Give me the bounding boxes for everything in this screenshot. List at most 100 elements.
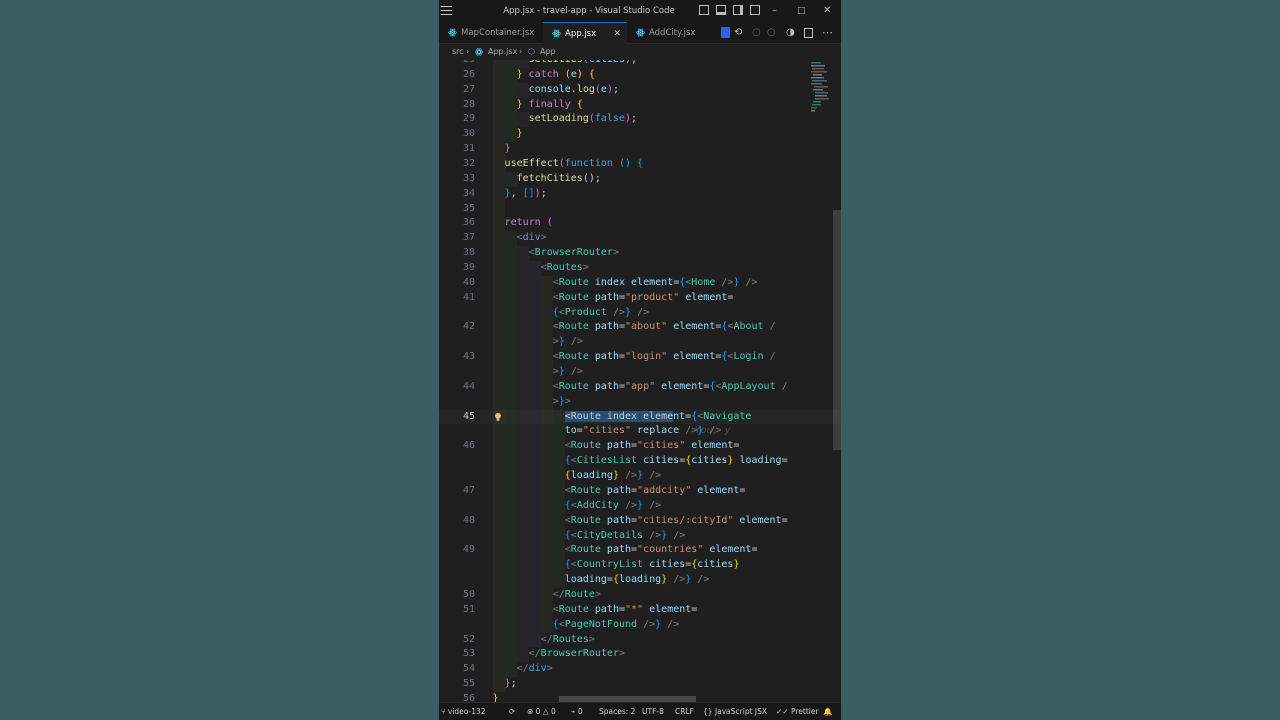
breadcrumb-folder[interactable]: src [452,44,464,60]
close-window-icon[interactable]: ✕ [823,0,831,22]
error-icon: ⊗ [527,707,536,716]
code-line[interactable]: 30 } [439,127,841,143]
code-line[interactable]: 29 setLoading(false); [439,112,841,128]
code-token: = [781,455,788,467]
code-line[interactable]: 35 [439,201,841,217]
code-line[interactable]: 45 <Route index element={<Navigate You, y [439,409,841,436]
code-line[interactable]: 48 <Route path="cities/:cityId" element= [439,513,841,529]
code-line[interactable]: 43 <Route path="login" element={<Login / [439,350,841,366]
code-token: (); [582,172,601,184]
code-line[interactable]: 49 <Route path="countries" element= [439,543,841,559]
code-line[interactable]: {<CitiesList cities={cities} loading= [439,454,841,470]
code-line[interactable]: 32 useEffect(function () { [439,157,841,172]
code-line[interactable]: 38 <BrowserRouter> [439,246,841,262]
code-token: /> [625,470,638,482]
line-number: 42 [462,321,475,333]
line-number: 49 [462,544,475,556]
tab-bar: MapContainer.jsx App.jsx ✕ AddCity.jsx ⟲… [439,22,841,44]
code-line[interactable]: 52 </Routes> [439,632,841,648]
code-line[interactable]: 39 <Routes> [439,261,841,276]
indentation-status[interactable]: Spaces: 2 [599,703,635,720]
code-line[interactable]: {<Product />} /> [439,305,841,321]
code-line[interactable]: 25 setCities(cities); [439,60,841,68]
language-status[interactable]: {} JavaScript JSX [703,703,767,720]
code-line[interactable]: {<AddCity />} /> [439,498,841,514]
close-tab-icon[interactable]: ✕ [613,23,621,45]
more-actions-icon[interactable]: ⋯ [822,26,833,40]
code-line[interactable]: to="cities" replace />} /> [439,424,841,440]
code-line[interactable]: 40 <Route index element={<Home />} /> [439,275,841,291]
code-editor[interactable]: 25 setCities(cities);26 } catch (e) {27 … [439,60,841,702]
code-line[interactable]: 31 } [439,142,841,158]
code-token: path [594,603,619,615]
problems-status[interactable]: ⊗ 0 △ 0 [527,703,556,720]
formatter-name: Prettier [790,707,819,716]
customize-layout-icon[interactable] [750,5,760,15]
eol-status[interactable]: CRLF [675,703,694,720]
css-file-icon[interactable] [721,27,730,38]
code-line[interactable]: 44 <Route path="app" element={<AppLayout… [439,379,841,395]
timeline-icon[interactable]: ◑ [786,26,795,40]
code-line[interactable]: 36 return ( [439,216,841,232]
toggle-secondary-sidebar-icon[interactable] [733,5,743,15]
code-line[interactable]: >}> [439,394,841,410]
code-text: }, []); [493,187,547,202]
minimap[interactable] [809,60,831,120]
toggle-primary-sidebar-icon[interactable] [699,5,709,15]
toggle-panel-icon[interactable] [716,5,726,15]
code-line[interactable]: 27 console.log(e); [439,82,841,98]
code-token: = [691,603,698,615]
tab-app[interactable]: App.jsx ✕ [543,22,627,44]
code-token: ; [631,113,638,125]
code-token: loading [570,470,613,482]
open-changes-icon[interactable]: ⟲ [734,26,742,40]
code-token: AppLayout [721,380,776,392]
code-text: {loading} />} /> [493,469,661,484]
prettier-status[interactable]: ✓✓ Prettier [776,703,819,720]
code-token: setLoading [528,113,589,125]
code-line[interactable]: 46 <Route path="cities" element= [439,439,841,455]
code-token: / [763,351,776,363]
code-line[interactable]: 53 </BrowserRouter> [439,647,841,663]
code-token: { [637,158,644,170]
code-line[interactable]: 37 <div> [439,231,841,247]
code-line[interactable]: 41 <Route path="product" element= [439,290,841,306]
breadcrumb-file[interactable]: App.jsx [488,44,517,60]
title-bar: App.jsx - travel-app - Visual Studio Cod… [439,0,841,22]
line-number: 50 [462,588,475,600]
code-token: element [673,351,716,363]
previous-change-icon[interactable]: ○ [752,26,761,40]
maximize-icon[interactable]: □ [797,0,806,22]
breadcrumb-symbol[interactable]: App [540,44,556,60]
code-line[interactable]: {<PageNotFound />} /> [439,617,841,633]
next-change-icon[interactable]: ○ [767,26,776,40]
code-line[interactable]: 33 fetchCities(); [439,171,841,187]
code-line[interactable]: 34 }, []); [439,186,841,202]
branch-status[interactable]: ⑂ video-132 [441,703,486,720]
code-line[interactable]: {loading} />} /> [439,469,841,484]
code-line[interactable]: 47 <Route path="addcity" element= [439,483,841,499]
code-line[interactable]: >} /> [439,335,841,351]
code-line[interactable]: >} /> [439,365,841,380]
vertical-scrollbar[interactable] [833,210,841,450]
code-line[interactable]: loading={loading} />} /> [439,573,841,588]
tab-addcity[interactable]: AddCity.jsx [627,22,715,44]
symbol-icon: ⬡ [528,47,535,56]
sync-icon[interactable]: ⟳ [509,703,515,720]
code-line[interactable]: 54 </div> [439,662,841,678]
code-line[interactable]: 26 } catch (e) { [439,67,841,83]
code-line[interactable]: 28 } finally { [439,97,841,113]
ports-status[interactable]: ⌁ 0 [571,703,583,720]
code-line[interactable]: 55 }; [439,677,841,692]
code-line[interactable]: 50 </Route> [439,587,841,603]
encoding-status[interactable]: UTF-8 [642,703,664,720]
minimize-icon[interactable]: – [772,0,777,22]
tab-mapcontainer[interactable]: MapContainer.jsx [439,22,543,44]
code-line[interactable]: {<CityDetails />} /> [439,528,841,544]
code-line[interactable]: {<CountryList cities={cities} [439,558,841,574]
code-line[interactable]: 51 <Route path="*" element= [439,602,841,618]
notifications-icon[interactable]: 🔔 [823,703,832,720]
code-token: cities [643,455,680,467]
split-editor-icon[interactable] [804,28,813,38]
code-line[interactable]: 42 <Route path="about" element={<About / [439,320,841,336]
